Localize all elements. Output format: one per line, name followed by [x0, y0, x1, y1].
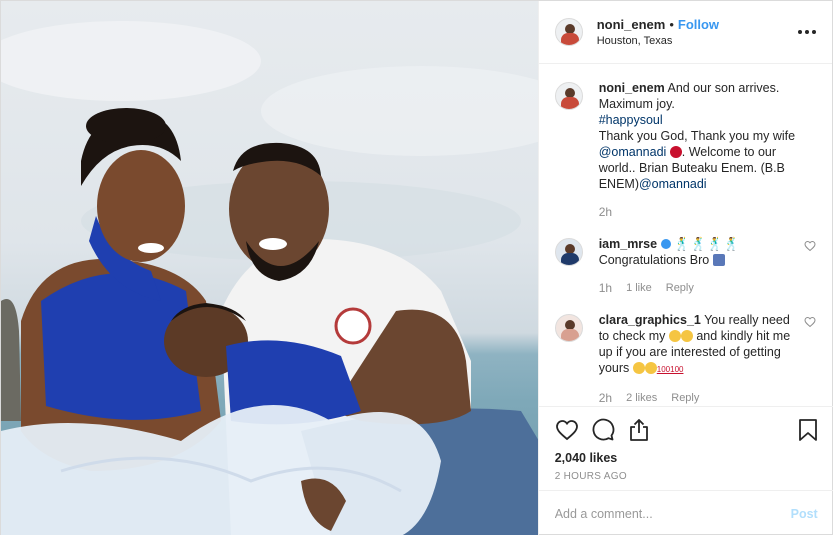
post-comment-button[interactable]: Post — [791, 507, 818, 521]
post-photo[interactable] — [1, 1, 538, 535]
author-avatar[interactable] — [554, 18, 583, 46]
comment-icon[interactable] — [591, 418, 615, 442]
comment-like-heart-icon[interactable] — [804, 240, 816, 252]
add-comment-bar: Post — [538, 490, 833, 535]
caption-time[interactable]: 2h — [599, 204, 612, 220]
caption-hashtag[interactable]: #happysoul — [599, 113, 663, 127]
comment-likes[interactable]: 1 like — [626, 280, 652, 296]
comment-username[interactable]: clara_graphics_1 — [599, 313, 701, 327]
lips-emoji-icon — [669, 146, 682, 158]
instagram-post: noni_enem • Follow Houston, Texas noni_e… — [0, 0, 833, 535]
bookmark-icon[interactable] — [798, 418, 818, 442]
comment-time[interactable]: 1h — [599, 280, 612, 296]
more-options-icon[interactable] — [798, 24, 816, 40]
caption-avatar[interactable] — [554, 82, 583, 110]
likes-count[interactable]: 2,040 likes — [555, 451, 818, 465]
family-photo-illustration — [1, 21, 538, 535]
post-location[interactable]: Houston, Texas — [597, 35, 798, 47]
post-side-panel: noni_enem • Follow Houston, Texas noni_e… — [537, 1, 833, 535]
post-header: noni_enem • Follow Houston, Texas — [538, 1, 832, 64]
comment-username[interactable]: iam_mrse — [599, 237, 657, 251]
follow-button[interactable]: Follow — [678, 17, 719, 32]
hand-emoji-icon — [644, 362, 657, 374]
verified-icon — [660, 239, 671, 249]
comment-time[interactable]: 2h — [599, 390, 612, 404]
caption-username[interactable]: noni_enem — [599, 81, 665, 95]
caption: noni_enem And our son arrives. Maximum j… — [554, 80, 816, 220]
post-timestamp[interactable]: 2 HOURS AGO — [555, 471, 818, 482]
comment-input[interactable] — [554, 506, 791, 521]
comment-avatar[interactable] — [554, 314, 583, 342]
caption-line2: Thank you God, Thank you my wife — [598, 129, 796, 143]
caption-mention[interactable]: @omannadi — [599, 145, 667, 159]
comment-reply-button[interactable]: Reply — [671, 390, 699, 404]
comment-item: iam_mrse 🕺🕺🕺🕺 Congratulations Bro 1h 1 l… — [554, 236, 816, 296]
hand-emoji-icon — [668, 330, 681, 342]
hundred-emoji-icon: 100100 — [656, 365, 684, 374]
post-actions: 2,040 likes 2 HOURS AGO — [538, 406, 833, 482]
hand-emoji-icon — [632, 362, 645, 374]
author-info: noni_enem • Follow Houston, Texas — [597, 17, 798, 47]
comment-text: Congratulations Bro — [598, 253, 710, 267]
heart-icon[interactable] — [555, 418, 579, 442]
dancing-emoji-icon: 🕺🕺🕺🕺 — [674, 237, 741, 251]
comment-like-heart-icon[interactable] — [804, 316, 816, 328]
comment-item: clara_graphics_1 You really need to chec… — [554, 312, 816, 404]
caption-text: noni_enem And our son arrives. Maximum j… — [599, 80, 816, 192]
hand-emoji-icon — [680, 330, 693, 342]
comment-likes[interactable]: 2 likes — [626, 390, 657, 404]
share-icon[interactable] — [627, 418, 651, 442]
comment-avatar[interactable] — [554, 238, 583, 266]
caption-mention-2[interactable]: @omannadi — [639, 177, 707, 191]
comment-reply-button[interactable]: Reply — [666, 280, 694, 296]
emoji-icon — [712, 254, 725, 266]
separator-dot: • — [669, 17, 674, 32]
author-username[interactable]: noni_enem — [597, 17, 666, 32]
comments-list: noni_enem And our son arrives. Maximum j… — [539, 64, 832, 404]
